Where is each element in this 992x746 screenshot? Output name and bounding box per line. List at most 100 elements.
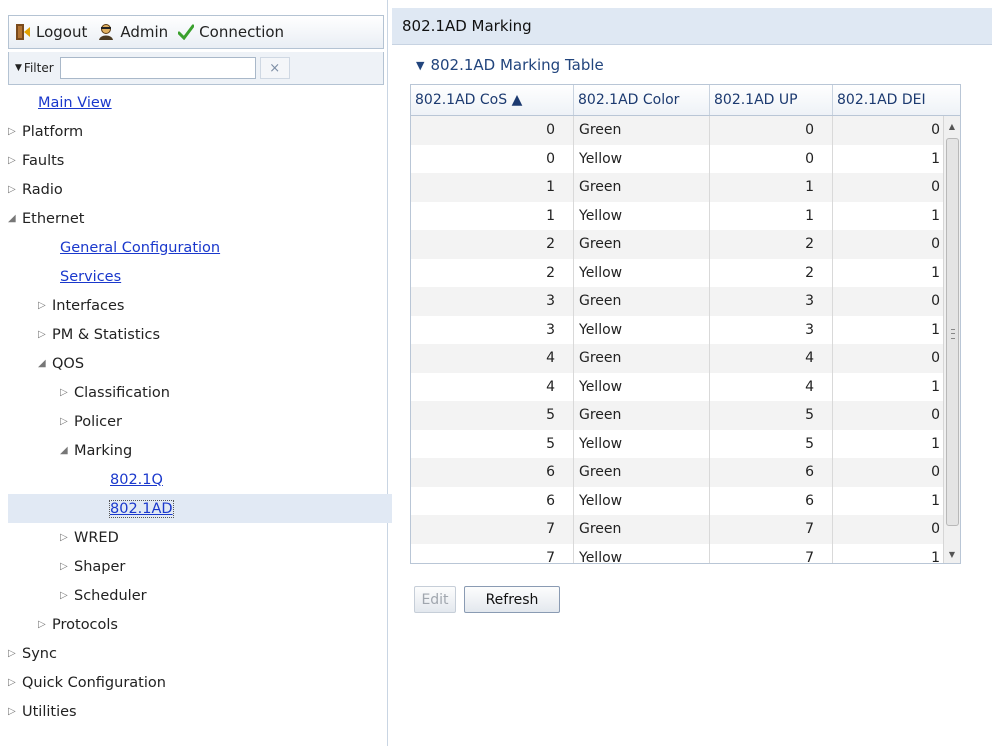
column-header-dei[interactable]: 802.1AD DEI — [833, 85, 960, 115]
admin-button[interactable]: Admin — [97, 23, 168, 41]
table-row[interactable]: 3 Yellow 3 1 — [411, 315, 960, 344]
column-header-cos[interactable]: 802.1AD CoS ▲ — [411, 85, 574, 115]
table-row[interactable]: 5 Green 5 0 — [411, 401, 960, 430]
table-row[interactable]: 6 Yellow 6 1 — [411, 486, 960, 515]
expand-arrow-icon[interactable]: ▷ — [8, 648, 22, 659]
table-row[interactable]: 6 Green 6 0 — [411, 458, 960, 487]
column-header-color[interactable]: 802.1AD Color — [574, 85, 710, 115]
table-row[interactable]: 0 Yellow 0 1 — [411, 144, 960, 173]
tree-item-wred[interactable]: ▷ WRED — [8, 523, 438, 552]
expand-arrow-icon[interactable]: ▷ — [60, 416, 74, 427]
collapse-arrow-icon[interactable]: ◢ — [8, 213, 22, 224]
tree-item-quick-configuration[interactable]: ▷ Quick Configuration — [8, 668, 386, 697]
cell-cos: 3 — [411, 315, 574, 344]
tree-item-qos[interactable]: ◢ QOS — [8, 349, 416, 378]
filter-dropdown[interactable]: ▼ Filter — [15, 61, 54, 75]
connection-label: Connection — [199, 23, 285, 41]
tree-item-label: WRED — [74, 529, 119, 546]
tree-item-label: Sync — [22, 645, 57, 662]
scroll-up-arrow-icon[interactable]: ▲ — [944, 118, 960, 134]
tree-item-general-configuration[interactable]: General Configuration — [8, 233, 438, 262]
cell-dei: 1 — [931, 492, 940, 509]
tree-item-pm-statistics[interactable]: ▷ PM & Statistics — [8, 320, 416, 349]
tree-item-radio[interactable]: ▷ Radio — [8, 175, 386, 204]
logout-label: Logout — [36, 23, 88, 41]
scrollbar-thumb[interactable] — [946, 138, 959, 526]
tree-item-label: Policer — [74, 413, 123, 430]
table-row[interactable]: 2 Green 2 0 — [411, 230, 960, 259]
expand-arrow-icon[interactable]: ▷ — [38, 300, 52, 311]
expand-arrow-icon[interactable]: ▷ — [60, 561, 74, 572]
cell-up: 7 — [710, 515, 833, 544]
cell-dei: 0 — [931, 464, 940, 481]
admin-label: Admin — [120, 23, 169, 41]
tree-item-utilities[interactable]: ▷ Utilities — [8, 697, 386, 726]
tree-item-protocols[interactable]: ▷ Protocols — [8, 610, 416, 639]
cell-up: 4 — [710, 344, 833, 373]
tree-item-label: General Configuration — [60, 239, 221, 256]
refresh-button[interactable]: Refresh — [464, 586, 560, 613]
table-row[interactable]: 1 Yellow 1 1 — [411, 201, 960, 230]
tree-item-main-view[interactable]: Main View — [8, 88, 416, 117]
expand-arrow-icon[interactable]: ▷ — [8, 184, 22, 195]
tree-item-label: Quick Configuration — [22, 674, 166, 691]
filter-input[interactable] — [59, 57, 256, 79]
action-buttons: Edit Refresh — [414, 586, 568, 613]
tree-item-services[interactable]: Services — [8, 262, 438, 291]
vertical-scrollbar[interactable]: ▲ ▼ — [943, 116, 960, 563]
grip-icon — [951, 329, 955, 339]
scroll-down-arrow-icon[interactable]: ▼ — [944, 546, 960, 562]
table-row[interactable]: 0 Green 0 0 — [411, 116, 960, 145]
table-row[interactable]: 7 Yellow 7 1 — [411, 543, 960, 564]
expand-arrow-icon[interactable]: ▷ — [8, 677, 22, 688]
expand-arrow-icon[interactable]: ▷ — [38, 329, 52, 340]
expand-arrow-icon[interactable]: ▷ — [38, 619, 52, 630]
cell-cos: 5 — [411, 401, 574, 430]
table-row[interactable]: 3 Green 3 0 — [411, 287, 960, 316]
expand-arrow-icon[interactable]: ▷ — [8, 706, 22, 717]
table-row[interactable]: 2 Yellow 2 1 — [411, 258, 960, 287]
tree-item-shaper[interactable]: ▷ Shaper — [8, 552, 438, 581]
tree-item-label: 802.1AD — [109, 499, 174, 518]
tree-item-platform[interactable]: ▷ Platform — [8, 117, 386, 146]
clear-filter-button[interactable]: × — [259, 57, 290, 79]
tree-item-label: Faults — [22, 152, 65, 169]
connection-button[interactable]: Connection — [178, 23, 284, 41]
cell-color: Yellow — [574, 486, 710, 515]
table-row[interactable]: 5 Yellow 5 1 — [411, 429, 960, 458]
table-row[interactable]: 7 Green 7 0 — [411, 515, 960, 544]
table-row[interactable]: 1 Green 1 0 — [411, 173, 960, 202]
expand-arrow-icon[interactable]: ▷ — [60, 590, 74, 601]
collapse-arrow-icon[interactable]: ◢ — [38, 358, 52, 369]
tree-item-scheduler[interactable]: ▷ Scheduler — [8, 581, 438, 610]
cell-color: Green — [574, 515, 710, 544]
expand-arrow-icon[interactable]: ▷ — [8, 155, 22, 166]
expand-arrow-icon[interactable]: ▷ — [8, 126, 22, 137]
cell-dei: 1 — [931, 435, 940, 452]
collapse-arrow-icon[interactable]: ◢ — [60, 445, 74, 456]
column-header-up[interactable]: 802.1AD UP — [710, 85, 833, 115]
cell-up: 2 — [710, 230, 833, 259]
tree-item-ethernet[interactable]: ◢ Ethernet — [8, 204, 386, 233]
table-row[interactable]: 4 Green 4 0 — [411, 344, 960, 373]
expand-arrow-icon[interactable]: ▷ — [60, 532, 74, 543]
cell-color: Yellow — [574, 315, 710, 344]
tree-item-interfaces[interactable]: ▷ Interfaces — [8, 291, 416, 320]
tree-item-classification[interactable]: ▷ Classification — [8, 378, 438, 407]
cell-up: 6 — [710, 458, 833, 487]
cell-dei: 0 — [931, 179, 940, 196]
cell-dei: 1 — [931, 321, 940, 338]
tree-item-faults[interactable]: ▷ Faults — [8, 146, 386, 175]
tree-item-sync[interactable]: ▷ Sync — [8, 639, 386, 668]
cell-up: 5 — [710, 401, 833, 430]
logout-button[interactable]: Logout — [15, 23, 87, 41]
collapse-triangle-icon[interactable]: ▼ — [416, 59, 424, 72]
table-row[interactable]: 4 Yellow 4 1 — [411, 372, 960, 401]
edit-button[interactable]: Edit — [414, 586, 456, 613]
tree-item-label: Platform — [22, 123, 84, 140]
tree-item-marking[interactable]: ◢ Marking — [8, 436, 438, 465]
tree-item-policer[interactable]: ▷ Policer — [8, 407, 438, 436]
cell-dei: 1 — [931, 549, 940, 564]
section-header[interactable]: ▼ 802.1AD Marking Table — [416, 56, 604, 74]
expand-arrow-icon[interactable]: ▷ — [60, 387, 74, 398]
